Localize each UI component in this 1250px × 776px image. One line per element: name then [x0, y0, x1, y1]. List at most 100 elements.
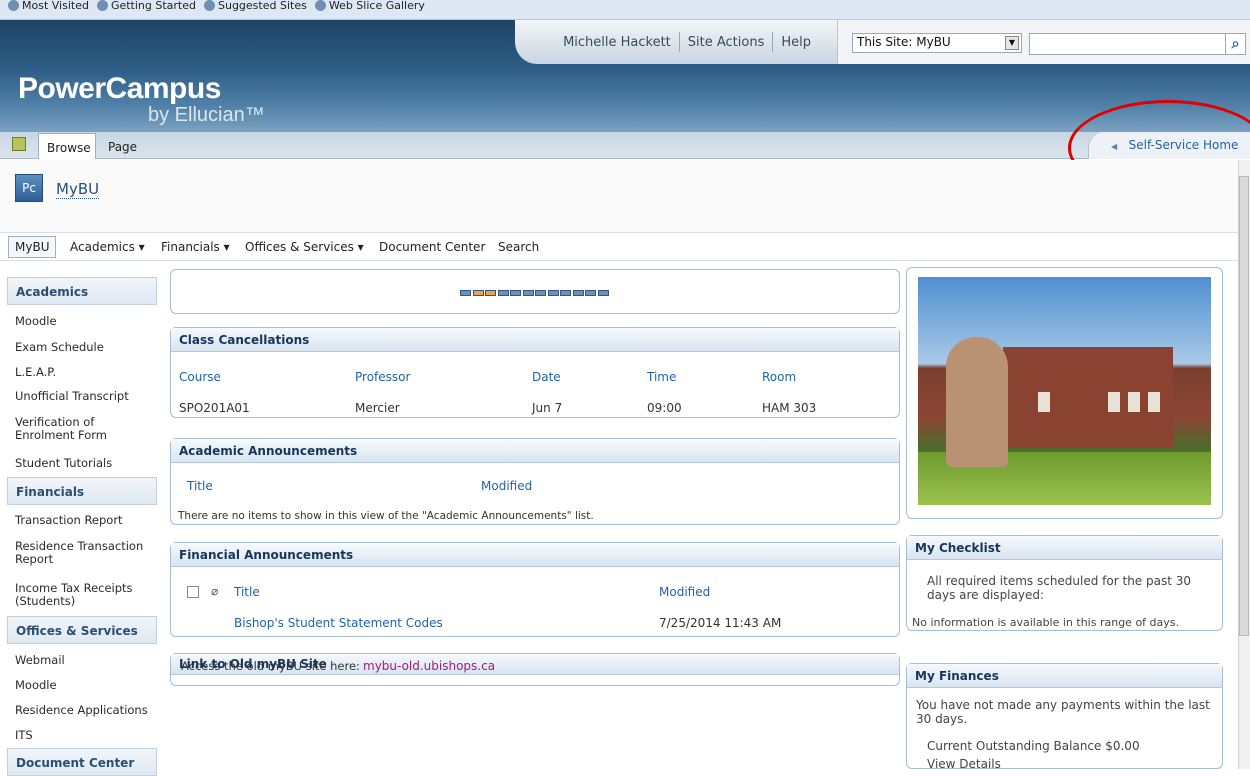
leftnav-item[interactable]: Income Tax Receipts (Students) [15, 582, 150, 608]
column-header[interactable]: Modified [659, 585, 710, 599]
leftnav-item[interactable]: Moodle [15, 679, 150, 692]
site-actions-menu[interactable]: Site Actions [680, 35, 773, 50]
column-header[interactable]: Course [179, 370, 221, 384]
webpart-title: My Checklist [907, 536, 1222, 560]
slide-dot[interactable] [460, 290, 471, 296]
favorite-label: Getting Started [110, 0, 196, 12]
window [1108, 392, 1120, 412]
table-cell: Mercier [355, 401, 400, 415]
search-icon[interactable]: ⌕ [1226, 33, 1246, 55]
nav-offices-services[interactable]: Offices & Services ▾ [245, 240, 364, 254]
favorite-getting-started[interactable]: Getting Started [96, 0, 196, 12]
top-navigation: Michelle Hackett Site Actions Help [515, 20, 837, 64]
leftnav-item[interactable]: ITS [15, 729, 150, 742]
leftnav-item[interactable]: Student Tutorials [15, 457, 150, 470]
slide-dot[interactable] [547, 290, 559, 296]
finances-note: You have not made any payments within th… [916, 698, 1210, 726]
web-icon [96, 0, 108, 11]
campus-photo [918, 277, 1211, 505]
slide-dot[interactable] [510, 290, 521, 296]
user-menu[interactable]: Michelle Hackett [555, 35, 679, 50]
checklist-empty: No information is available in this rang… [912, 616, 1180, 629]
favorite-label: Suggested Sites [218, 0, 307, 12]
site-logo-icon: Pc [15, 174, 43, 202]
leftnav-item[interactable]: Residence Applications [15, 704, 150, 717]
column-header[interactable]: Date [532, 370, 561, 384]
leftnav-item[interactable]: Webmail [15, 654, 150, 667]
leftnav-header-document-center[interactable]: Document Center [7, 748, 157, 776]
webpart-title: Class Cancellations [171, 328, 899, 352]
leftnav-item[interactable]: Transaction Report [15, 514, 150, 527]
logo-title: PowerCampus [18, 72, 221, 105]
web-icon [8, 0, 19, 11]
old-site-link[interactable]: mybu-old.ubishops.ca [363, 659, 495, 673]
webpart-title: Financial Announcements [171, 543, 899, 567]
announcement-modified: 7/25/2014 11:43 AM [659, 616, 782, 630]
column-header[interactable]: Modified [481, 479, 532, 493]
chevron-down-icon[interactable]: ▼ [1005, 36, 1019, 50]
webpart-title: My Finances [907, 664, 1222, 688]
favorite-suggested-sites[interactable]: Suggested Sites [204, 0, 307, 12]
leftnav-item[interactable]: Residence Transaction Report [15, 540, 150, 566]
site-title-area [0, 160, 1238, 232]
slide-dot[interactable] [485, 290, 496, 296]
favorite-most-visited[interactable]: Most Visited [8, 0, 89, 12]
leftnav-header-financials[interactable]: Financials [7, 477, 157, 505]
leftnav-item[interactable]: Moodle [15, 315, 150, 328]
leftnav-header-offices[interactable]: Offices & Services [7, 616, 157, 644]
site-title[interactable]: MyBU [56, 180, 100, 199]
scrollbar-thumb[interactable] [1239, 176, 1249, 636]
nav-search[interactable]: Search [498, 240, 539, 254]
slide-dot[interactable] [585, 290, 596, 296]
slide-dot[interactable] [560, 290, 571, 296]
column-header[interactable]: Title [234, 585, 260, 599]
slide-dot[interactable] [535, 290, 546, 296]
search-scope-value: This Site: MyBU [857, 35, 951, 49]
table-cell: Jun 7 [532, 401, 563, 415]
ribbon-bar [0, 132, 1250, 159]
web-icon [204, 0, 215, 11]
window [1128, 392, 1140, 412]
column-header[interactable]: Time [647, 370, 676, 384]
nav-academics[interactable]: Academics ▾ [70, 240, 145, 254]
table-cell: 09:00 [647, 401, 682, 415]
select-all-checkbox[interactable] [187, 586, 199, 598]
slide-dot[interactable] [497, 290, 509, 296]
announcement-link[interactable]: Bishop's Student Statement Codes [234, 616, 443, 630]
old-site-text: Access the old myBU site here: [181, 659, 360, 673]
leftnav-item[interactable]: Exam Schedule [15, 341, 150, 354]
checklist-note: All required items scheduled for the pas… [927, 574, 1192, 602]
table-cell: SPO201A01 [179, 401, 250, 415]
web-icon [314, 0, 326, 11]
column-header[interactable]: Professor [355, 370, 410, 384]
search-scope-select[interactable]: This Site: MyBU ▼ [852, 33, 1022, 53]
window [1038, 392, 1050, 412]
window [1148, 392, 1160, 412]
empty-list-message: There are no items to show in this view … [178, 510, 594, 522]
balance-text: Current Outstanding Balance $0.00 [927, 739, 1140, 753]
tab-browse[interactable]: Browse [38, 133, 96, 159]
edit-page-icon[interactable] [12, 137, 26, 151]
slide-dot[interactable] [572, 290, 584, 296]
favorite-web-slice-gallery[interactable]: Web Slice Gallery [314, 0, 425, 12]
slide-dot[interactable] [522, 290, 534, 296]
column-header[interactable]: Title [187, 479, 213, 493]
leftnav-header-academics[interactable]: Academics [7, 277, 157, 305]
slide-dot[interactable] [597, 290, 609, 296]
favorite-label: Web Slice Gallery [328, 0, 425, 12]
search-input[interactable] [1029, 33, 1226, 55]
webpart-title: Academic Announcements [171, 439, 899, 463]
logo-subtitle: by Ellucian™ [148, 104, 265, 126]
column-header[interactable]: Room [762, 370, 796, 384]
tab-page[interactable]: Page [100, 133, 145, 159]
leftnav-item[interactable]: Verification of Enrolment Form [15, 416, 150, 442]
slide-dot[interactable] [472, 290, 484, 296]
slideshow-pager[interactable] [460, 290, 612, 298]
nav-mybu[interactable]: MyBU [8, 236, 57, 258]
leftnav-item[interactable]: Unofficial Transcript [15, 390, 150, 403]
help-link[interactable]: Help [773, 35, 819, 50]
nav-document-center[interactable]: Document Center [379, 240, 485, 254]
leftnav-item[interactable]: L.E.A.P. [15, 366, 150, 379]
paperclip-icon: ⌀ [211, 584, 219, 598]
nav-financials[interactable]: Financials ▾ [161, 240, 230, 254]
